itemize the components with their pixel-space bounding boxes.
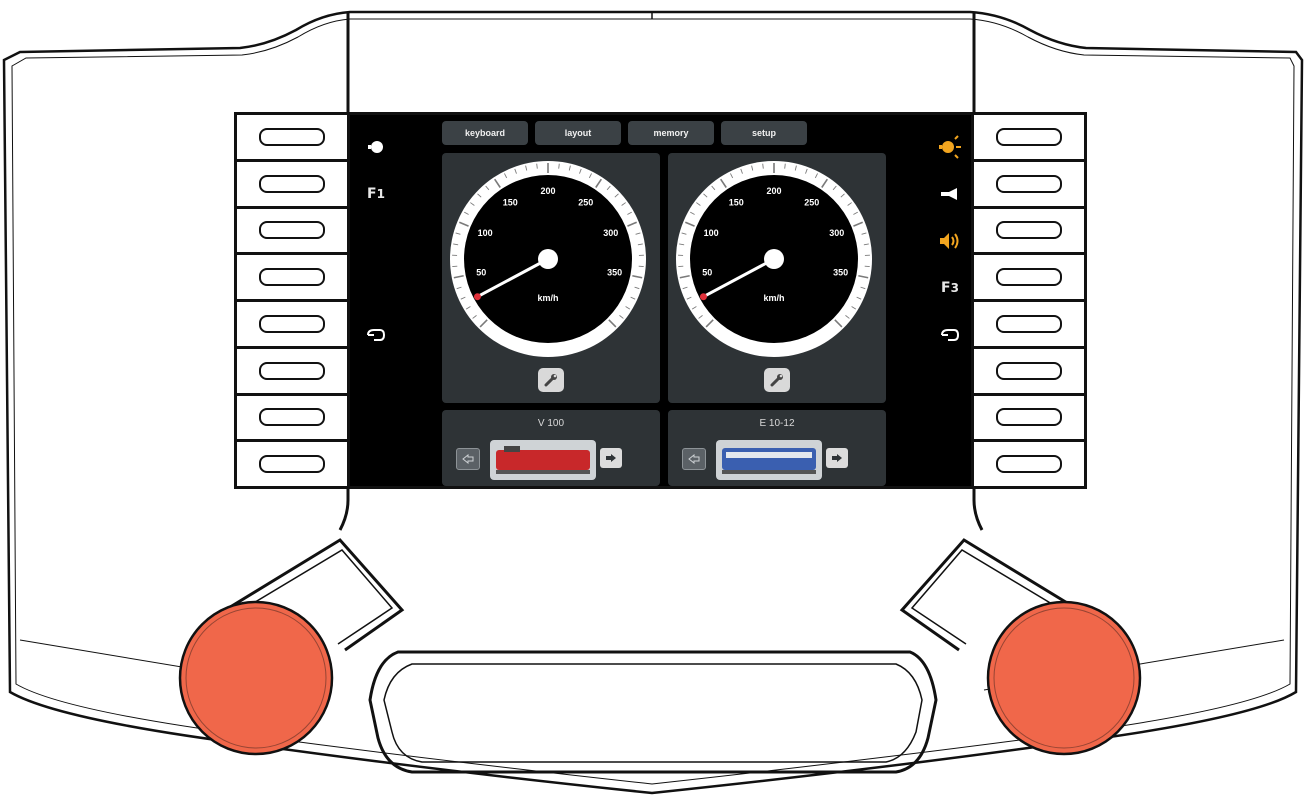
right-key-1[interactable] [974, 115, 1084, 159]
settings-wrench-button-2[interactable] [764, 368, 790, 392]
right-key-5[interactable] [974, 302, 1084, 346]
next-loco-button[interactable] [600, 448, 622, 468]
left-key-1[interactable] [237, 115, 347, 159]
function-f3-icon: F3 [941, 279, 959, 296]
gauge-label: 150 [729, 197, 744, 207]
speedometer-gauge-1: 50 100 150 200 250 300 350 km/h [450, 161, 646, 357]
gauge-label: 300 [829, 228, 844, 238]
speedometer-panel-2: 50 100 150 200 250 300 350 km/h [668, 153, 886, 403]
wrench-icon [770, 374, 783, 387]
right-speed-knob[interactable] [986, 600, 1142, 756]
main-tabs: keyboard layout memory setup [442, 121, 807, 145]
horn-icon [934, 170, 966, 217]
gauge-label: 100 [478, 228, 493, 238]
needle-tip [699, 293, 707, 301]
tab-memory[interactable]: memory [628, 121, 714, 145]
device-mockup: keyboard layout memory setup F1 F3 50 10… [0, 0, 1304, 803]
gauge-label: 200 [540, 186, 555, 196]
speed-unit: km/h [763, 293, 784, 303]
gauge-label: 100 [704, 228, 719, 238]
left-function-icons: F1 [360, 123, 392, 499]
left-key-4[interactable] [237, 255, 347, 299]
speedometer-panel-1: 50 100 150 200 250 300 350 km/h [442, 153, 660, 403]
coupling-hook-icon [360, 311, 392, 358]
tab-layout[interactable]: layout [535, 121, 621, 145]
loco-name: E 10-12 [759, 418, 795, 429]
arrow-left-icon [688, 454, 700, 464]
headlight-on-icon [934, 123, 966, 170]
arrow-right-icon [606, 454, 616, 462]
loco-image [490, 440, 596, 480]
speedometer-gauge-2: 50 100 150 200 250 300 350 km/h [676, 161, 872, 357]
tab-keyboard[interactable]: keyboard [442, 121, 528, 145]
right-key-3[interactable] [974, 208, 1084, 253]
needle-hub [538, 249, 558, 269]
left-function-keys [234, 112, 347, 489]
loco-image [716, 440, 822, 480]
arrow-left-icon [462, 454, 474, 464]
previous-loco-button[interactable] [456, 448, 480, 470]
speed-unit: km/h [537, 293, 558, 303]
next-loco-button[interactable] [826, 448, 848, 468]
gauge-label: 300 [603, 228, 618, 238]
left-key-3[interactable] [237, 208, 347, 253]
needle-tip [473, 293, 481, 301]
settings-wrench-button-1[interactable] [538, 368, 564, 392]
gauge-label: 350 [833, 267, 848, 277]
right-function-icons: F3 [934, 123, 966, 499]
gauge-label: 250 [804, 197, 819, 207]
arrow-right-icon [832, 454, 842, 462]
gauge-label: 200 [766, 186, 781, 196]
loco-name: V 100 [537, 418, 565, 429]
gauge-label: 150 [503, 197, 518, 207]
wrench-icon [544, 374, 557, 387]
function-f1-icon: F1 [367, 185, 385, 202]
display-screen: keyboard layout memory setup F1 F3 50 10… [347, 112, 974, 489]
gauge-label: 50 [702, 267, 712, 277]
right-key-8[interactable] [974, 442, 1084, 486]
right-key-6[interactable] [974, 348, 1084, 393]
gauge-label: 50 [476, 267, 486, 277]
right-function-keys [974, 112, 1087, 489]
loco-selector-1: V 100 [442, 410, 660, 486]
right-key-7[interactable] [974, 395, 1084, 440]
speaker-icon [934, 217, 966, 264]
needle-hub [764, 249, 784, 269]
left-key-7[interactable] [237, 395, 347, 440]
right-key-4[interactable] [974, 255, 1084, 299]
coupling-hook-icon [934, 311, 966, 358]
previous-loco-button[interactable] [682, 448, 706, 470]
gauge-label: 250 [578, 197, 593, 207]
right-key-2[interactable] [974, 161, 1084, 206]
left-speed-knob[interactable] [178, 600, 334, 756]
left-key-8[interactable] [237, 442, 347, 486]
headlight-icon [360, 123, 392, 170]
left-key-6[interactable] [237, 348, 347, 393]
left-key-5[interactable] [237, 302, 347, 346]
gauge-label: 350 [607, 267, 622, 277]
tab-setup[interactable]: setup [721, 121, 807, 145]
loco-selector-2: E 10-12 [668, 410, 886, 486]
left-key-2[interactable] [237, 161, 347, 206]
